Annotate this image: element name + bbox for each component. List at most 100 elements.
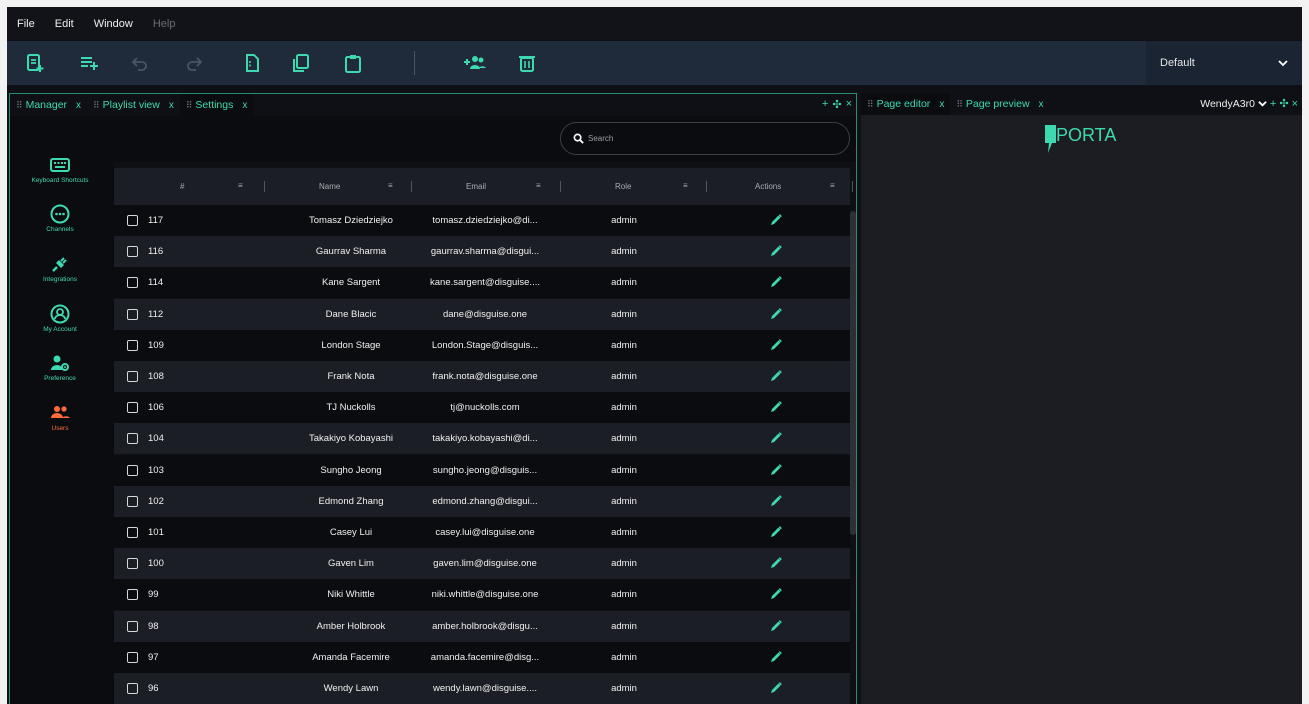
column-divider[interactable] <box>560 181 561 192</box>
tab-page-editor[interactable]: ⠿ Page editor x <box>861 93 951 115</box>
add-to-playlist-icon[interactable] <box>78 52 100 74</box>
search-input[interactable] <box>588 134 828 143</box>
sidebar-item-keyboard-shortcuts[interactable]: Keyboard Shortcuts <box>10 154 110 184</box>
row-checkbox[interactable] <box>127 620 138 632</box>
table-row[interactable]: 106 TJ Nuckolls tj@nuckolls.com admin <box>114 392 850 424</box>
add-users-icon[interactable] <box>462 52 488 74</box>
tab-settings[interactable]: ⠿ Settings x <box>179 94 254 116</box>
menu-window[interactable]: Window <box>94 18 133 30</box>
row-checkbox[interactable] <box>127 277 138 289</box>
close-icon[interactable]: x <box>939 99 944 110</box>
delete-icon[interactable] <box>516 52 538 74</box>
move-panel-icon[interactable]: ✣ <box>1279 97 1288 110</box>
sidebar-item-channels[interactable]: Channels <box>10 203 110 233</box>
table-row[interactable]: 117 Tomasz Dziedziejko tomasz.dziedziejko@… <box>114 205 850 236</box>
row-checkbox[interactable] <box>127 246 138 258</box>
edit-pencil-icon[interactable] <box>769 556 783 570</box>
column-divider[interactable] <box>706 181 707 192</box>
close-panel-icon[interactable]: × <box>1292 98 1298 110</box>
table-row[interactable]: 108 Frank Nota frank.nota@disguise.one admi… <box>114 361 850 392</box>
move-panel-icon[interactable]: ✣ <box>832 98 841 111</box>
paste-icon[interactable] <box>342 52 364 74</box>
row-checkbox[interactable] <box>127 683 138 694</box>
row-checkbox[interactable] <box>127 215 138 226</box>
copy-icon[interactable] <box>290 52 312 74</box>
drag-handle-icon[interactable]: ⠿ <box>867 99 874 110</box>
row-checkbox[interactable] <box>127 558 138 570</box>
row-checkbox[interactable] <box>127 371 138 382</box>
edit-pencil-icon[interactable] <box>769 463 783 477</box>
row-checkbox[interactable] <box>127 589 138 601</box>
sidebar-item-users[interactable]: Users <box>10 402 110 432</box>
edit-pencil-icon[interactable] <box>769 275 783 289</box>
row-checkbox[interactable] <box>127 495 138 507</box>
page-selector[interactable]: WendyA3r0 <box>1200 98 1255 110</box>
table-row[interactable]: 97 Amanda Facemire amanda.facemire@disg...… <box>114 641 850 673</box>
table-row[interactable]: 114 Kane Sargent kane.sargent@disguise....… <box>114 267 850 299</box>
edit-pencil-icon[interactable] <box>769 619 783 633</box>
scrollbar-thumb[interactable] <box>850 211 856 535</box>
edit-pencil-icon[interactable] <box>769 525 783 539</box>
close-panel-icon[interactable]: × <box>846 98 852 111</box>
row-checkbox[interactable] <box>127 433 138 445</box>
column-header-number[interactable]: # <box>180 168 184 205</box>
column-header-actions[interactable]: Actions <box>755 168 781 205</box>
column-divider[interactable] <box>411 181 412 192</box>
close-icon[interactable]: x <box>242 100 247 111</box>
row-checkbox[interactable] <box>127 464 138 476</box>
drag-handle-icon[interactable]: ⠿ <box>93 100 100 111</box>
sidebar-item-my-account[interactable]: My Account <box>10 303 110 333</box>
redo-icon[interactable] <box>183 52 205 74</box>
column-header-name[interactable]: Name <box>319 168 340 205</box>
tab-page-preview[interactable]: ⠿ Page preview x <box>950 93 1049 115</box>
undo-icon[interactable] <box>129 52 151 74</box>
row-checkbox[interactable] <box>127 402 138 414</box>
row-checkbox[interactable] <box>127 308 138 320</box>
search-box[interactable] <box>560 122 850 155</box>
layout-dropdown[interactable]: Default <box>1146 41 1302 85</box>
chevron-down-icon[interactable] <box>1258 99 1267 108</box>
column-divider[interactable] <box>264 181 265 192</box>
table-row[interactable]: 104 Takakiyo Kobayashi takakiyo.kobayashi@… <box>114 423 850 455</box>
column-divider[interactable] <box>852 181 853 192</box>
edit-pencil-icon[interactable] <box>769 369 783 383</box>
table-row[interactable]: 112 Dane Blacic dane@disguise.one admin <box>114 298 850 330</box>
add-panel-icon[interactable]: + <box>822 98 828 111</box>
menu-file[interactable]: File <box>17 18 35 30</box>
edit-pencil-icon[interactable] <box>769 494 783 508</box>
menu-edit[interactable]: Edit <box>55 18 74 30</box>
table-row[interactable]: 101 Casey Lui casey.lui@disguise.one admin <box>114 517 850 548</box>
table-row[interactable]: 116 Gaurrav Sharma gaurrav.sharma@disgui..… <box>114 236 850 268</box>
column-menu-icon[interactable]: ≡ <box>830 181 835 190</box>
table-row[interactable]: 100 Gaven Lim gaven.lim@disguise.one admin <box>114 548 850 580</box>
column-menu-icon[interactable]: ≡ <box>238 181 243 190</box>
table-row[interactable]: 103 Sungho Jeong sungho.jeong@disguis... ad… <box>114 454 850 486</box>
menu-help[interactable]: Help <box>153 18 176 30</box>
close-icon[interactable]: x <box>169 100 174 111</box>
new-document-icon[interactable] <box>24 52 46 74</box>
table-row[interactable]: 102 Edmond Zhang edmond.zhang@disgui... adm… <box>114 485 850 517</box>
tab-playlist-view[interactable]: ⠿ Playlist view x <box>87 94 180 116</box>
table-row[interactable]: 96 Wendy Lawn wendy.lawn@disguise.... admin <box>114 673 850 704</box>
table-row[interactable]: 99 Niki Whittle niki.whittle@disguise.one a… <box>114 579 850 611</box>
row-checkbox[interactable] <box>127 651 138 663</box>
edit-pencil-icon[interactable] <box>769 338 783 352</box>
column-header-email[interactable]: Email <box>466 168 486 205</box>
column-menu-icon[interactable]: ≡ <box>388 181 393 190</box>
drag-handle-icon[interactable]: ⠿ <box>186 100 193 111</box>
edit-pencil-icon[interactable] <box>769 213 783 227</box>
sidebar-item-preference[interactable]: Preference <box>10 352 110 382</box>
edit-pencil-icon[interactable] <box>769 431 783 445</box>
sidebar-item-integrations[interactable]: Integrations <box>10 253 110 283</box>
table-row[interactable]: 98 Amber Holbrook amber.holbrook@disgu... a… <box>114 610 850 642</box>
edit-pencil-icon[interactable] <box>769 400 783 414</box>
edit-pencil-icon[interactable] <box>769 650 783 664</box>
row-checkbox[interactable] <box>127 339 138 351</box>
column-menu-icon[interactable]: ≡ <box>536 181 541 190</box>
row-checkbox[interactable] <box>127 527 138 538</box>
column-header-role[interactable]: Role <box>615 168 631 205</box>
edit-pencil-icon[interactable] <box>769 244 783 258</box>
edit-pencil-icon[interactable] <box>769 587 783 601</box>
drag-handle-icon[interactable]: ⠿ <box>16 100 23 111</box>
edit-pencil-icon[interactable] <box>769 307 783 321</box>
